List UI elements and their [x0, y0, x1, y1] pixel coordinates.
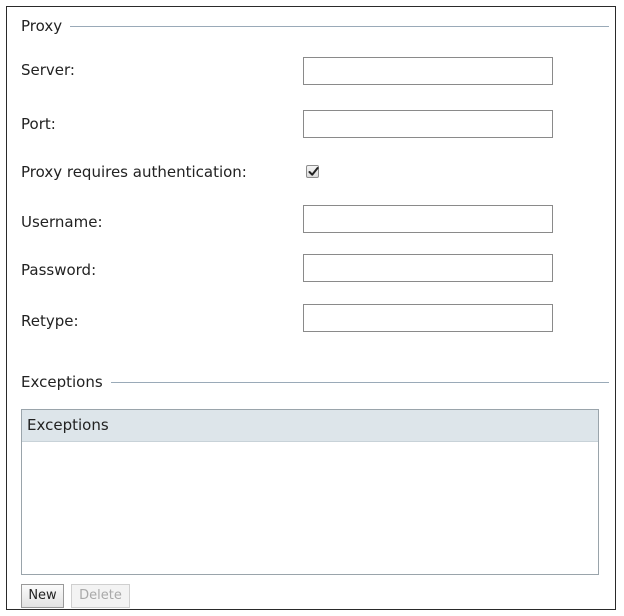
proxy-section-title: Proxy: [21, 17, 63, 35]
server-input[interactable]: [303, 57, 553, 85]
password-input[interactable]: [303, 254, 553, 282]
server-label: Server:: [21, 61, 75, 79]
exceptions-legend-divider: [110, 381, 609, 383]
new-button[interactable]: New: [21, 584, 64, 608]
retype-label: Retype:: [21, 312, 79, 330]
exceptions-section-title: Exceptions: [21, 373, 103, 391]
delete-button: Delete: [71, 584, 130, 608]
proxy-settings-panel: Proxy Server: Port: Proxy requires authe…: [6, 6, 616, 610]
proxy-auth-checkbox[interactable]: [306, 165, 319, 178]
port-input[interactable]: [303, 110, 553, 138]
proxy-section-legend: Proxy: [21, 17, 609, 35]
username-input[interactable]: [303, 205, 553, 233]
exceptions-section-legend: Exceptions: [21, 373, 609, 391]
password-label: Password:: [21, 261, 97, 279]
checkmark-icon: [308, 167, 319, 176]
port-label: Port:: [21, 115, 56, 133]
retype-input[interactable]: [303, 304, 553, 332]
proxy-legend-divider: [70, 25, 609, 27]
proxy-auth-label: Proxy requires authentication:: [21, 163, 247, 181]
exceptions-column-header[interactable]: Exceptions: [22, 410, 598, 442]
exceptions-table-body[interactable]: [22, 442, 598, 574]
username-label: Username:: [21, 213, 103, 231]
exceptions-table[interactable]: Exceptions: [21, 409, 599, 575]
